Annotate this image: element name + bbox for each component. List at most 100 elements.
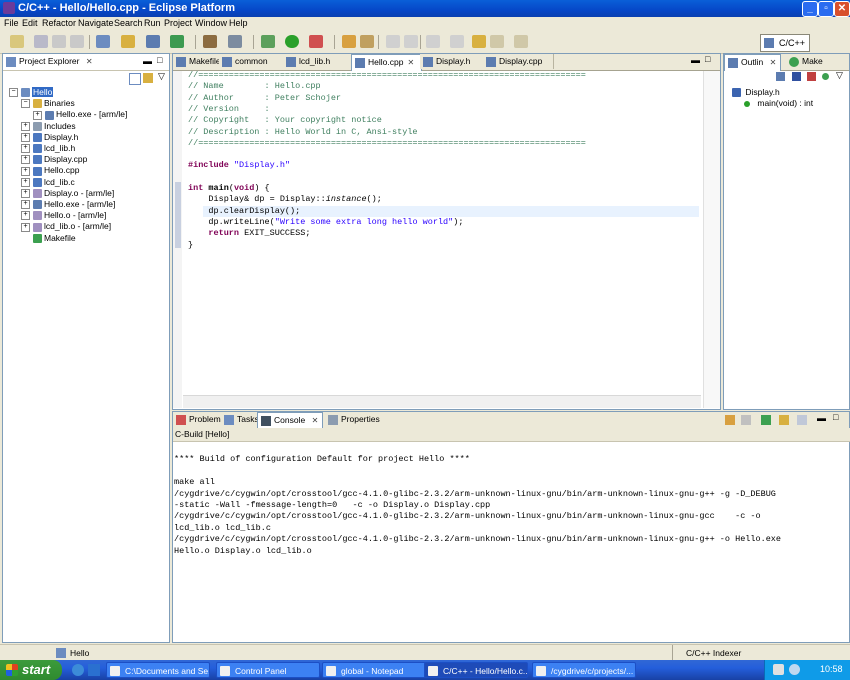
- back-arrow-icon[interactable]: [490, 35, 504, 48]
- new-class-icon[interactable]: [170, 35, 184, 48]
- next-annotation-icon[interactable]: [404, 35, 418, 48]
- menu-run[interactable]: Run: [144, 18, 161, 28]
- open-perspective-button[interactable]: [726, 34, 744, 50]
- tree-item[interactable]: + Includes: [21, 121, 76, 132]
- tab-properties[interactable]: Properties: [325, 412, 384, 427]
- taskbar-button[interactable]: C:\Documents and Se...: [106, 662, 210, 678]
- tree-item[interactable]: − Binaries: [21, 98, 75, 109]
- horizontal-scrollbar[interactable]: [183, 395, 701, 408]
- tree-item[interactable]: + Display.h: [21, 132, 78, 143]
- minimize-button[interactable]: _: [802, 1, 818, 17]
- menu-help[interactable]: Help: [229, 18, 248, 28]
- tab-console[interactable]: Console ✕: [257, 412, 324, 429]
- maximize-icon[interactable]: □: [157, 55, 162, 65]
- menu-project[interactable]: Project: [164, 18, 192, 28]
- tab-make[interactable]: Make: [786, 54, 827, 69]
- save-all-icon[interactable]: [52, 35, 66, 48]
- menu-refactor[interactable]: Refactor: [42, 18, 76, 28]
- quick-launch-desktop-icon[interactable]: [88, 664, 100, 676]
- debug-bug-icon[interactable]: [261, 35, 275, 48]
- tab-outline[interactable]: Outlin ✕: [724, 54, 782, 71]
- start-button[interactable]: start: [0, 660, 62, 680]
- minimize-icon[interactable]: ▬: [143, 56, 152, 66]
- scroll-lock-icon[interactable]: [725, 415, 735, 425]
- search-icon[interactable]: [360, 35, 374, 48]
- print-icon[interactable]: [70, 35, 84, 48]
- link-with-editor-icon[interactable]: [143, 73, 153, 83]
- pin-console-icon[interactable]: [761, 415, 771, 425]
- network-tray-icon[interactable]: [773, 664, 784, 675]
- taskbar-button[interactable]: global - Notepad: [322, 662, 426, 678]
- expand-icon[interactable]: +: [21, 189, 30, 199]
- expand-icon[interactable]: +: [21, 222, 30, 232]
- menu-file[interactable]: File: [4, 18, 19, 28]
- editor-tab[interactable]: Makefile: [173, 54, 221, 69]
- hide-nonpublic-icon[interactable]: [822, 73, 829, 80]
- tree-item[interactable]: + lcd_lib.c: [21, 177, 75, 188]
- overview-ruler[interactable]: [703, 71, 720, 408]
- outline-item[interactable]: Display.h: [732, 87, 780, 98]
- open-console-icon[interactable]: [797, 415, 807, 425]
- maximize-icon[interactable]: □: [833, 412, 838, 422]
- taskbar-button[interactable]: C/C++ - Hello/Hello.c...: [424, 662, 528, 678]
- prev-edit-icon[interactable]: [450, 35, 464, 48]
- build-config-icon[interactable]: [228, 35, 242, 48]
- editor-tab[interactable]: Hello.cpp ✕: [351, 54, 422, 71]
- view-menu-chevron-down-icon[interactable]: ▽: [836, 70, 843, 81]
- tree-item[interactable]: + Hello.exe - [arm/le]: [33, 109, 127, 120]
- forward-arrow-icon[interactable]: [514, 35, 528, 48]
- tree-item[interactable]: + Display.cpp: [21, 154, 87, 165]
- tree-item[interactable]: + lcd_lib.o - [arm/le]: [21, 221, 111, 232]
- taskbar-button[interactable]: /cygdrive/c/projects/...: [532, 662, 636, 678]
- display-console-icon[interactable]: [779, 415, 789, 425]
- close-icon[interactable]: ✕: [770, 58, 777, 67]
- expand-icon[interactable]: +: [21, 211, 30, 221]
- tree-item[interactable]: + Hello.o - [arm/le]: [21, 210, 106, 221]
- expand-icon[interactable]: +: [21, 166, 30, 176]
- maximize-button[interactable]: ▫: [818, 1, 834, 17]
- expand-icon[interactable]: +: [21, 177, 30, 187]
- close-icon[interactable]: ✕: [86, 57, 93, 66]
- sort-icon[interactable]: [776, 72, 785, 81]
- editor-tab[interactable]: Display.cpp: [483, 54, 554, 69]
- close-icon[interactable]: ✕: [407, 58, 414, 67]
- expand-icon[interactable]: +: [21, 144, 30, 154]
- maximize-icon[interactable]: □: [705, 54, 710, 64]
- expand-icon[interactable]: +: [21, 200, 30, 210]
- tree-item[interactable]: + Hello.exe - [arm/le]: [21, 199, 115, 210]
- new-file-icon[interactable]: [146, 35, 160, 48]
- close-button[interactable]: ✕: [834, 1, 850, 17]
- open-type-icon[interactable]: [342, 35, 356, 48]
- menu-window[interactable]: Window: [195, 18, 227, 28]
- hide-fields-icon[interactable]: [792, 72, 801, 81]
- editor-tab[interactable]: common: [219, 54, 284, 69]
- new-folder-icon[interactable]: [121, 35, 135, 48]
- expand-icon[interactable]: +: [21, 155, 30, 165]
- toggle-mark-icon[interactable]: [386, 35, 400, 48]
- title-bar[interactable]: C/C++ - Hello/Hello.cpp - Eclipse Platfo…: [0, 0, 850, 17]
- tree-item[interactable]: + Display.o - [arm/le]: [21, 188, 114, 199]
- expand-icon[interactable]: +: [21, 133, 30, 143]
- collapse-icon[interactable]: −: [21, 99, 30, 109]
- collapse-icon[interactable]: −: [9, 88, 18, 98]
- quick-launch-ie-icon[interactable]: [72, 664, 84, 676]
- minimize-icon[interactable]: ▬: [691, 55, 700, 65]
- tree-item[interactable]: + Hello.cpp: [21, 165, 79, 176]
- external-tools-icon[interactable]: [309, 35, 323, 48]
- tree-item[interactable]: − Hello: [9, 87, 54, 98]
- expand-icon[interactable]: +: [21, 121, 30, 131]
- tab-project-explorer[interactable]: Project Explorer ✕: [3, 54, 97, 70]
- run-icon[interactable]: [285, 35, 299, 48]
- volume-tray-icon[interactable]: [789, 664, 800, 675]
- clear-console-icon[interactable]: [741, 415, 751, 425]
- tree-item[interactable]: Makefile: [21, 233, 76, 244]
- build-hammer-icon[interactable]: [203, 35, 217, 48]
- perspective-cpp-button[interactable]: C/C++: [760, 34, 811, 52]
- menu-edit[interactable]: Edit: [22, 18, 38, 28]
- last-edit-location-icon[interactable]: [472, 35, 486, 48]
- editor-tab[interactable]: lcd_lib.h: [283, 54, 352, 69]
- close-icon[interactable]: ✕: [312, 416, 319, 425]
- new-icon[interactable]: [10, 35, 24, 48]
- next-edit-icon[interactable]: [426, 35, 440, 48]
- collapse-all-icon[interactable]: [129, 73, 141, 85]
